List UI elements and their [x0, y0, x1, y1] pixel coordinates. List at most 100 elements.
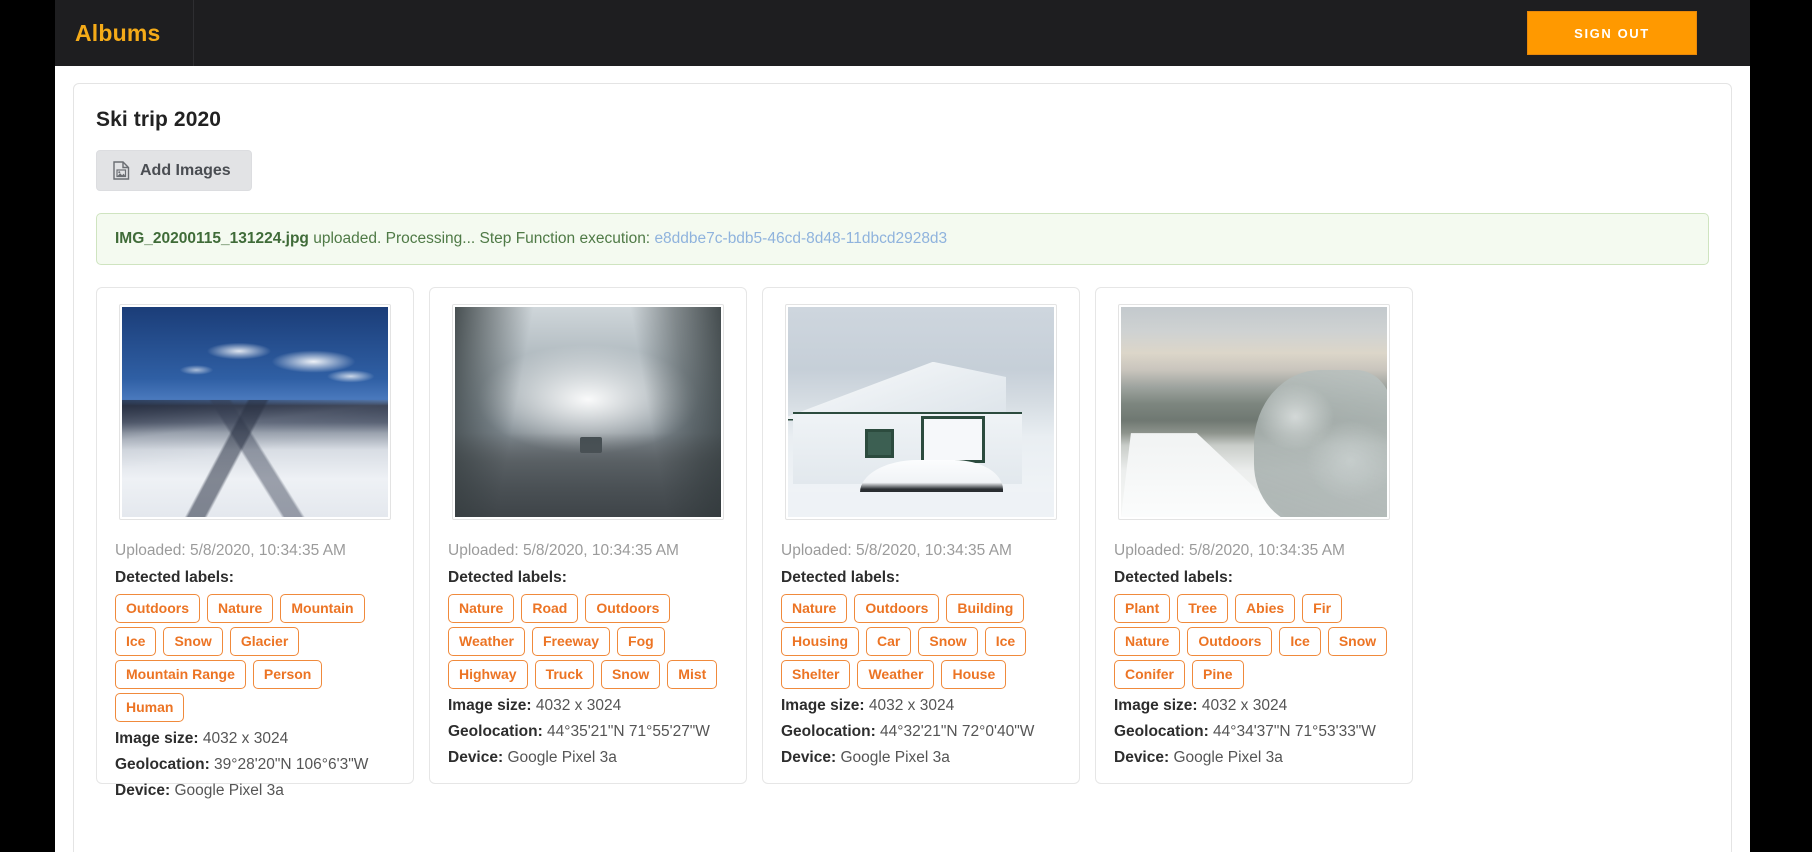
thumbnail-container	[1110, 302, 1398, 521]
detected-label-chip[interactable]: Fir	[1302, 594, 1343, 624]
detected-label-chip[interactable]: Mountain Range	[115, 660, 246, 690]
photo-thumbnail[interactable]	[1118, 304, 1390, 521]
brand-cell[interactable]: Albums	[55, 0, 194, 66]
photo-card[interactable]: Uploaded: 5/8/2020, 10:34:35 AM Detected…	[762, 287, 1080, 785]
detected-label-chip[interactable]: Building	[946, 594, 1025, 624]
uploaded-timestamp: Uploaded: 5/8/2020, 10:34:35 AM	[448, 542, 679, 560]
detected-label-chip[interactable]: Snow	[1327, 627, 1388, 657]
photo-metadata: Uploaded: 5/8/2020, 10:34:35 AM Detected…	[1110, 542, 1398, 767]
detected-labels-heading: Detected labels:	[781, 569, 900, 587]
detected-label-chip[interactable]: Abies	[1235, 594, 1296, 624]
detected-label-chip[interactable]: Pine	[1192, 660, 1244, 690]
label-chip-list: Outdoors Nature Mountain Ice Snow Glacier Moun…	[115, 594, 395, 723]
detected-label-chip[interactable]: Fog	[617, 627, 665, 657]
image-size-key: Image size:	[1114, 697, 1198, 715]
image-size-row: Image size: 4032 x 3024	[781, 697, 1061, 715]
device-value: Google Pixel 3a	[174, 782, 284, 800]
device-row: Device: Google Pixel 3a	[448, 749, 728, 767]
image-size-value: 4032 x 3024	[868, 697, 955, 715]
photo-card[interactable]: Uploaded: 5/8/2020, 10:34:35 AM Detected…	[429, 287, 747, 785]
detected-label-chip[interactable]: Outdoors	[854, 594, 940, 624]
image-size-row: Image size: 4032 x 3024	[115, 730, 395, 748]
detected-labels-heading: Detected labels:	[1114, 569, 1233, 587]
detected-label-chip[interactable]: Tree	[1177, 594, 1229, 624]
geolocation-key: Geolocation:	[1114, 723, 1209, 741]
detected-label-chip[interactable]: Nature	[1114, 627, 1181, 657]
detected-label-chip[interactable]: Nature	[781, 594, 848, 624]
sign-out-button[interactable]: SIGN OUT	[1527, 11, 1697, 55]
image-size-key: Image size:	[115, 730, 199, 748]
label-chip-list: Nature Outdoors Building Housing Car Snow Ice S…	[781, 594, 1061, 690]
detected-label-chip[interactable]: Shelter	[781, 660, 851, 690]
thumbnail-container	[111, 302, 399, 521]
label-chip-list: Nature Road Outdoors Weather Freeway Fog Highw…	[448, 594, 728, 690]
image-size-key: Image size:	[781, 697, 865, 715]
navbar: Albums SIGN OUT	[55, 0, 1750, 66]
app-viewport: Albums SIGN OUT Ski trip 2020 Add Images	[55, 0, 1750, 852]
photo-card[interactable]: Uploaded: 5/8/2020, 10:34:35 AM Detected…	[96, 287, 414, 799]
geolocation-key: Geolocation:	[448, 723, 543, 741]
uploaded-timestamp: Uploaded: 5/8/2020, 10:34:35 AM	[781, 542, 1012, 560]
detected-label-chip[interactable]: Outdoors	[585, 594, 671, 624]
label-chip-list: Plant Tree Abies Fir Nature Outdoors Ice Snow Co…	[1114, 594, 1394, 690]
photo-thumbnail[interactable]	[119, 304, 391, 521]
detected-label-chip[interactable]: Car	[866, 627, 912, 657]
photo-card[interactable]: Uploaded: 5/8/2020, 10:34:35 AM Detected…	[1095, 287, 1413, 785]
detected-label-chip[interactable]: Person	[252, 660, 323, 690]
detected-labels-heading: Detected labels:	[448, 569, 567, 587]
navbar-spacer	[194, 0, 1527, 66]
device-value: Google Pixel 3a	[1173, 749, 1283, 767]
image-size-value: 4032 x 3024	[1201, 697, 1288, 715]
geolocation-row: Geolocation: 44°35'21"N 71°55'27"W	[448, 723, 728, 741]
detected-label-chip[interactable]: Nature	[207, 594, 274, 624]
uploaded-timestamp: Uploaded: 5/8/2020, 10:34:35 AM	[1114, 542, 1345, 560]
geolocation-value: 44°34'37"N 71°53'33"W	[1213, 723, 1376, 741]
detected-label-chip[interactable]: Ice	[115, 627, 157, 657]
detected-label-chip[interactable]: Outdoors	[1187, 627, 1273, 657]
detected-label-chip[interactable]: Snow	[163, 627, 223, 657]
detected-label-chip[interactable]: Nature	[448, 594, 515, 624]
detected-label-chip[interactable]: Glacier	[229, 627, 300, 657]
photo-metadata: Uploaded: 5/8/2020, 10:34:35 AM Detected…	[444, 542, 732, 767]
geolocation-row: Geolocation: 39°28'20"N 106°6'3"W	[115, 756, 395, 774]
device-value: Google Pixel 3a	[840, 749, 950, 767]
detected-label-chip[interactable]: Conifer	[1114, 660, 1185, 690]
album-panel: Ski trip 2020 Add Images IMG_20200115_13…	[73, 83, 1732, 852]
detected-label-chip[interactable]: Weather	[857, 660, 935, 690]
detected-label-chip[interactable]: House	[941, 660, 1007, 690]
device-value: Google Pixel 3a	[507, 749, 617, 767]
geolocation-value: 39°28'20"N 106°6'3"W	[214, 756, 369, 774]
detected-label-chip[interactable]: Snow	[600, 660, 661, 690]
detected-label-chip[interactable]: Road	[521, 594, 579, 624]
detected-label-chip[interactable]: Weather	[448, 627, 525, 657]
photo-thumbnail[interactable]	[452, 304, 724, 521]
geolocation-key: Geolocation:	[115, 756, 210, 774]
detected-label-chip[interactable]: Housing	[781, 627, 859, 657]
detected-label-chip[interactable]: Mountain	[280, 594, 365, 624]
photo-thumbnail[interactable]	[785, 304, 1057, 521]
photo-metadata: Uploaded: 5/8/2020, 10:34:35 AM Detected…	[111, 542, 399, 800]
brand-label[interactable]: Albums	[75, 20, 161, 47]
uploaded-timestamp: Uploaded: 5/8/2020, 10:34:35 AM	[115, 542, 346, 560]
detected-label-chip[interactable]: Snow	[918, 627, 978, 657]
device-key: Device:	[1114, 749, 1170, 767]
geolocation-value: 44°32'21"N 72°0'40"W	[880, 723, 1035, 741]
step-function-execution-link[interactable]: e8ddbe7c-bdb5-46cd-8d48-11dbcd2928d3	[654, 230, 947, 247]
signout-container: SIGN OUT	[1527, 0, 1750, 66]
detected-label-chip[interactable]: Mist	[667, 660, 718, 690]
device-row: Device: Google Pixel 3a	[1114, 749, 1394, 767]
thumbnail-container	[444, 302, 732, 521]
device-key: Device:	[115, 782, 171, 800]
photo-metadata: Uploaded: 5/8/2020, 10:34:35 AM Detected…	[777, 542, 1065, 767]
add-images-button[interactable]: Add Images	[96, 150, 252, 191]
detected-label-chip[interactable]: Plant	[1114, 594, 1171, 624]
detected-label-chip[interactable]: Ice	[984, 627, 1027, 657]
file-image-icon	[113, 161, 130, 180]
detected-label-chip[interactable]: Truck	[534, 660, 594, 690]
detected-label-chip[interactable]: Highway	[448, 660, 528, 690]
detected-label-chip[interactable]: Outdoors	[115, 594, 200, 624]
geolocation-value: 44°35'21"N 71°55'27"W	[547, 723, 710, 741]
detected-label-chip[interactable]: Human	[115, 693, 185, 723]
detected-label-chip[interactable]: Ice	[1279, 627, 1321, 657]
detected-label-chip[interactable]: Freeway	[531, 627, 611, 657]
